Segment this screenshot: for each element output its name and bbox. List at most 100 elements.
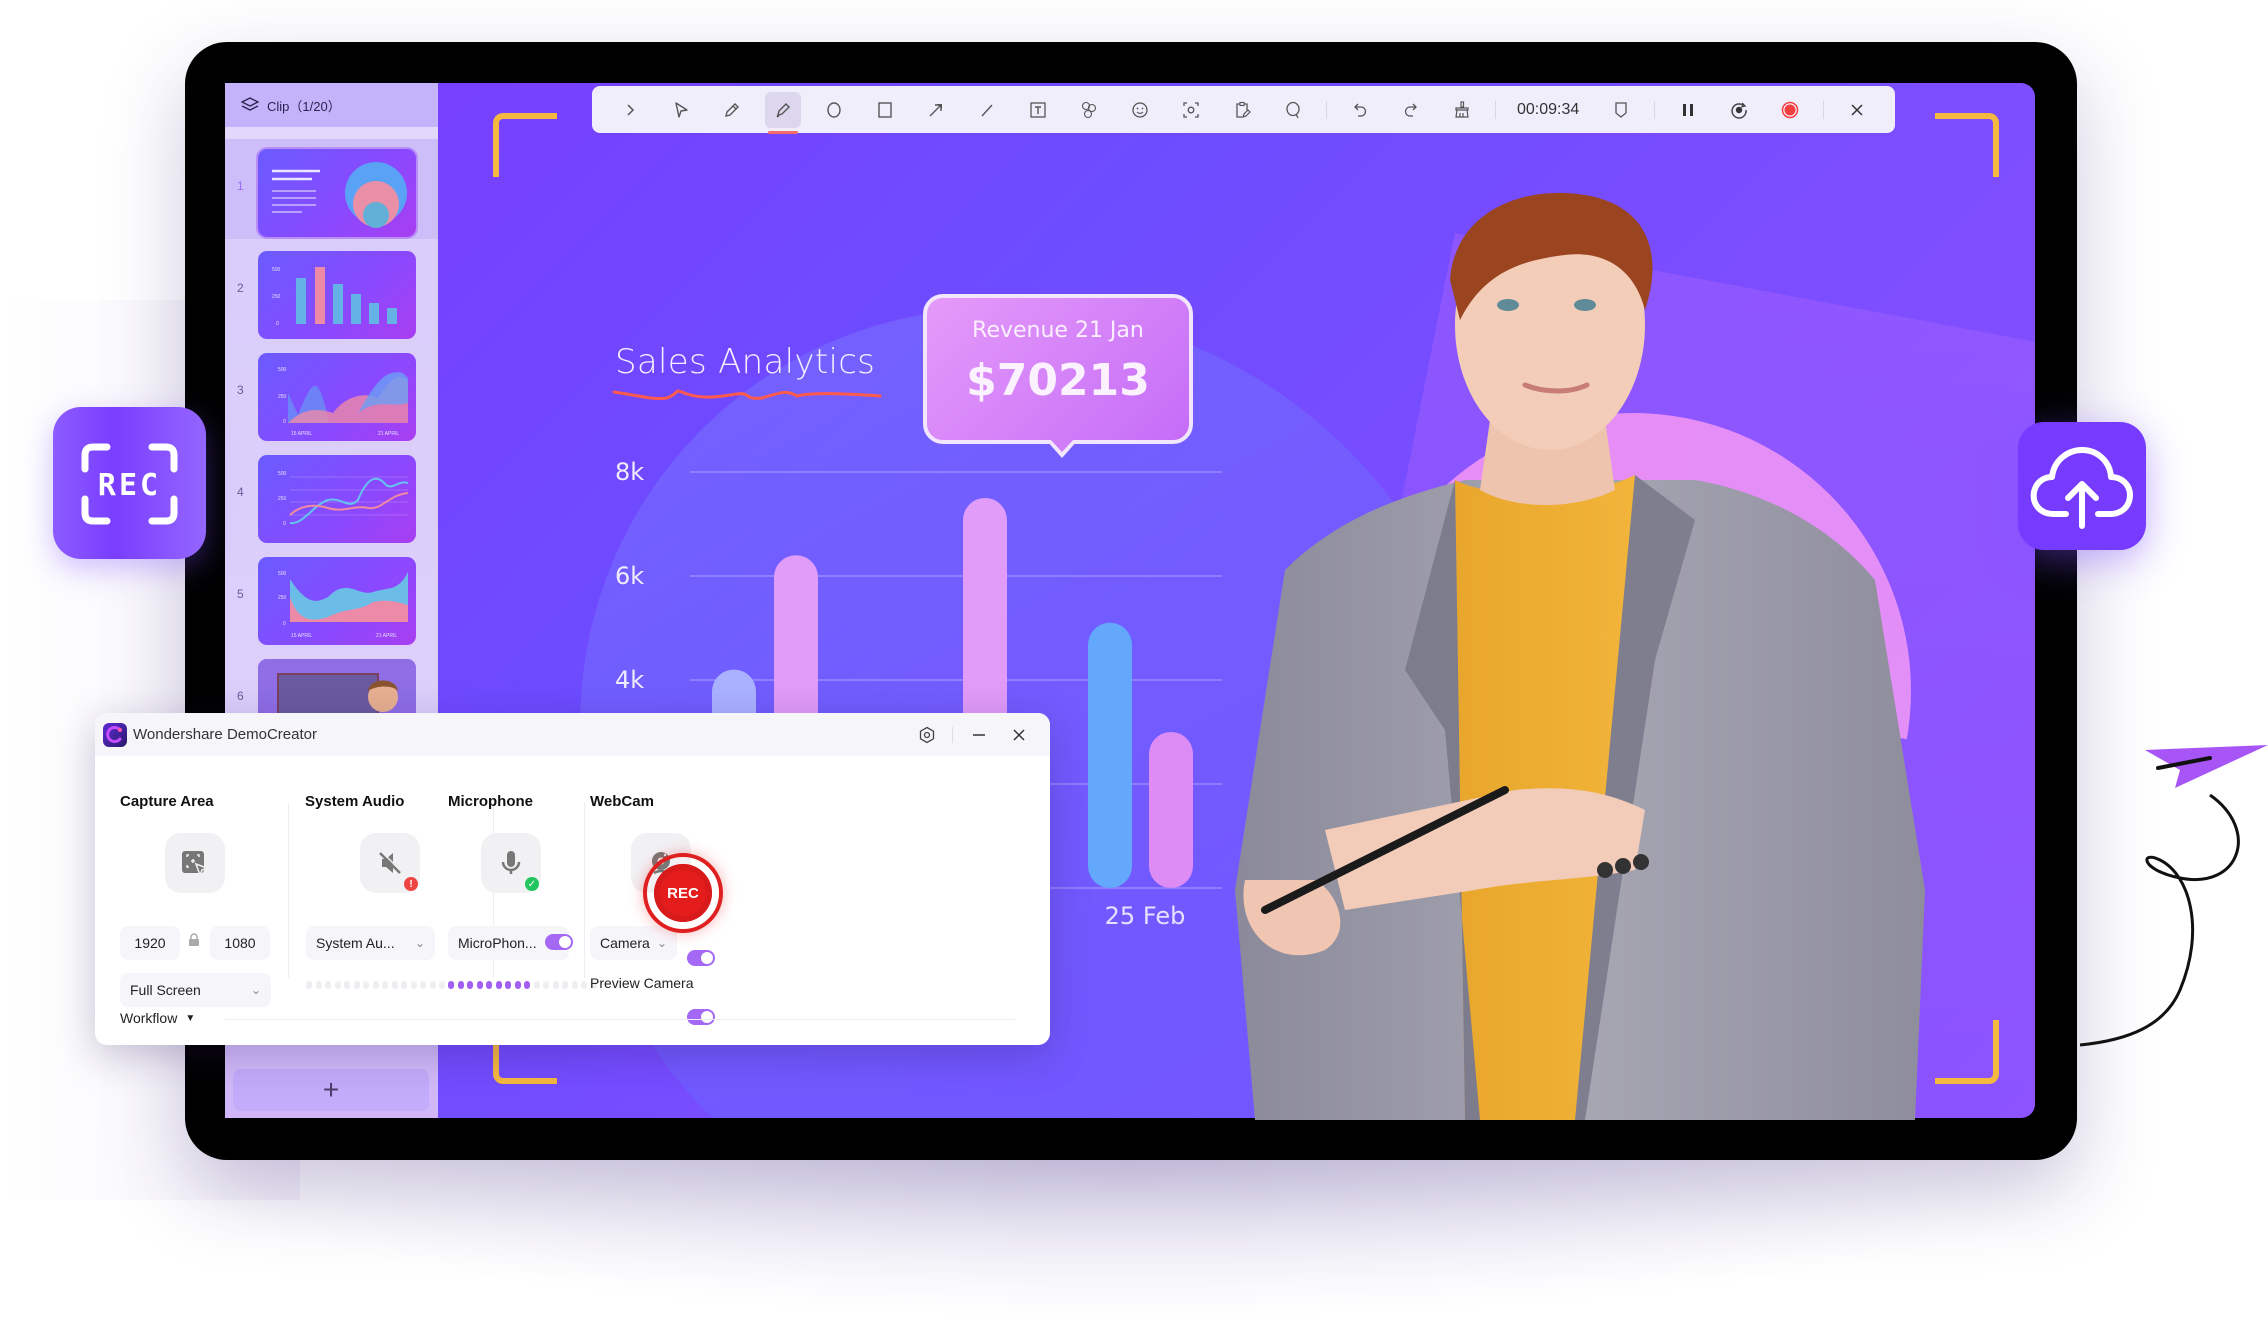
tool-magnifier-button[interactable] [1275, 92, 1311, 128]
tool-text-button[interactable] [1020, 92, 1056, 128]
start-recording-button[interactable]: REC [643, 853, 723, 933]
slide-item[interactable]: 2 500 250 0 [225, 241, 438, 341]
chart-bar [1088, 622, 1132, 888]
tool-clear-button[interactable] [1444, 92, 1480, 128]
microphone-button[interactable]: ✓ [481, 833, 541, 893]
recording-timer: 00:09:34 [1517, 100, 1580, 118]
slide-item[interactable]: 5 500 250 0 15 APRIL 21 APRIL [225, 547, 438, 647]
tool-line-button[interactable] [969, 92, 1005, 128]
spotlight-icon [1183, 101, 1199, 118]
svg-text:0: 0 [283, 419, 286, 425]
aspect-lock-icon[interactable] [188, 933, 200, 952]
camera-select[interactable]: Camera ⌄ [590, 926, 677, 960]
microphone-toggle[interactable] [545, 934, 573, 950]
tool-select-button[interactable] [663, 92, 699, 128]
tool-clipboard-edit-button[interactable] [1224, 92, 1260, 128]
capture-area-button[interactable] [165, 833, 225, 893]
add-marker-button[interactable] [1603, 92, 1639, 128]
level-segment [401, 981, 407, 989]
plus-icon: + [322, 1074, 340, 1105]
tool-emoji-button[interactable] [1122, 92, 1158, 128]
sidebar-title: Clip（1/20） [267, 98, 341, 114]
level-segment [372, 981, 379, 989]
tool-redo-button[interactable] [1393, 92, 1429, 128]
slide-number: 1 [237, 179, 244, 193]
minimize-icon [973, 734, 985, 736]
tool-undo-button[interactable] [1342, 92, 1378, 128]
slide-item[interactable]: 3 500 250 0 15 APRIL 21 APRIL [225, 343, 438, 443]
level-segment [524, 981, 530, 989]
toolbar-separator [1823, 100, 1825, 119]
tool-circle-button[interactable] [816, 92, 852, 128]
settings-button[interactable] [913, 721, 941, 749]
screen-record-badge: REC [53, 407, 206, 559]
level-segment [476, 981, 483, 989]
tool-highlighter-button[interactable] [765, 91, 801, 134]
pen-icon [725, 102, 739, 117]
capture-width-input[interactable]: 1920 [120, 926, 180, 960]
chevron-down-icon: ⌄ [250, 983, 261, 997]
close-window-button[interactable] [1005, 721, 1033, 749]
microphone-icon [501, 851, 521, 874]
system-audio-select[interactable]: System Au... ⌄ [306, 926, 435, 960]
chevron-down-icon: ⌄ [414, 936, 425, 950]
system-audio-level-meter [306, 981, 464, 989]
svg-text:15 APRIL: 15 APRIL [291, 633, 312, 639]
stop-recording-button[interactable] [1772, 92, 1808, 128]
close-toolbar-button[interactable] [1839, 92, 1875, 128]
paper-plane-doodle [2080, 745, 2268, 1047]
svg-text:500: 500 [278, 367, 287, 373]
microphone-device: MicroPhon... [458, 935, 537, 951]
slide-number: 3 [237, 383, 244, 397]
tooltip-label: Revenue 21 Jan [972, 318, 1144, 343]
workflow-dropdown[interactable]: Workflow ▼ [120, 1010, 195, 1026]
level-segment [467, 981, 473, 989]
svg-text:15 APRIL: 15 APRIL [291, 431, 312, 437]
tool-number-stamp-button[interactable] [1071, 92, 1107, 128]
slide-thumbnail [258, 149, 416, 237]
svg-text:250: 250 [278, 496, 287, 502]
toolbar-separator [1495, 100, 1496, 119]
capture-mode-select[interactable]: Full Screen ⌄ [120, 973, 271, 1007]
connected-check-icon: ✓ [525, 877, 539, 891]
cloud-upload-badge [2018, 422, 2146, 550]
webcam-toggle[interactable] [687, 950, 715, 966]
svg-text:500: 500 [278, 571, 287, 577]
level-segment [410, 981, 417, 989]
system-audio-button[interactable]: ! [360, 833, 420, 893]
svg-text:250: 250 [278, 394, 287, 400]
svg-text:21 APRIL: 21 APRIL [376, 633, 397, 639]
warning-badge-icon: ! [404, 877, 418, 891]
tool-pen-button[interactable] [714, 92, 750, 128]
minimize-button[interactable] [965, 721, 993, 749]
tool-rectangle-button[interactable] [867, 92, 903, 128]
tool-arrow-button[interactable] [918, 92, 954, 128]
restart-recording-button[interactable] [1721, 92, 1757, 128]
slide-thumbnail: 500 250 0 [258, 251, 416, 339]
preview-camera-toggle[interactable] [687, 1009, 715, 1025]
slide-number: 5 [237, 587, 244, 601]
level-segment [353, 981, 360, 989]
add-slide-button[interactable]: + [233, 1069, 429, 1111]
workflow-label: Workflow [120, 1010, 178, 1026]
camera-device: Camera [600, 935, 650, 951]
democreator-recorder-window: Wondershare DemoCreator Capture Area 192… [95, 713, 1050, 1045]
slide-item[interactable]: 1 [225, 139, 438, 239]
line-icon [981, 104, 993, 116]
capture-region-icon [182, 851, 210, 878]
level-segment [448, 981, 454, 989]
slide-number: 6 [237, 689, 244, 703]
tool-expand-button[interactable] [612, 92, 648, 128]
capture-height-input[interactable]: 1080 [210, 926, 270, 960]
slide-item[interactable]: 4 500 250 0 [225, 445, 438, 545]
level-segment [495, 981, 502, 989]
underline-scribble [612, 389, 882, 400]
column-divider [288, 803, 289, 978]
layers-icon [241, 97, 259, 111]
svg-text:0: 0 [283, 521, 286, 527]
y-tick-label: 8k [615, 458, 644, 486]
redo-icon [1404, 103, 1417, 117]
tool-spotlight-button[interactable] [1173, 92, 1209, 128]
capture-mode-value: Full Screen [130, 982, 201, 998]
pause-recording-button[interactable] [1670, 92, 1706, 128]
